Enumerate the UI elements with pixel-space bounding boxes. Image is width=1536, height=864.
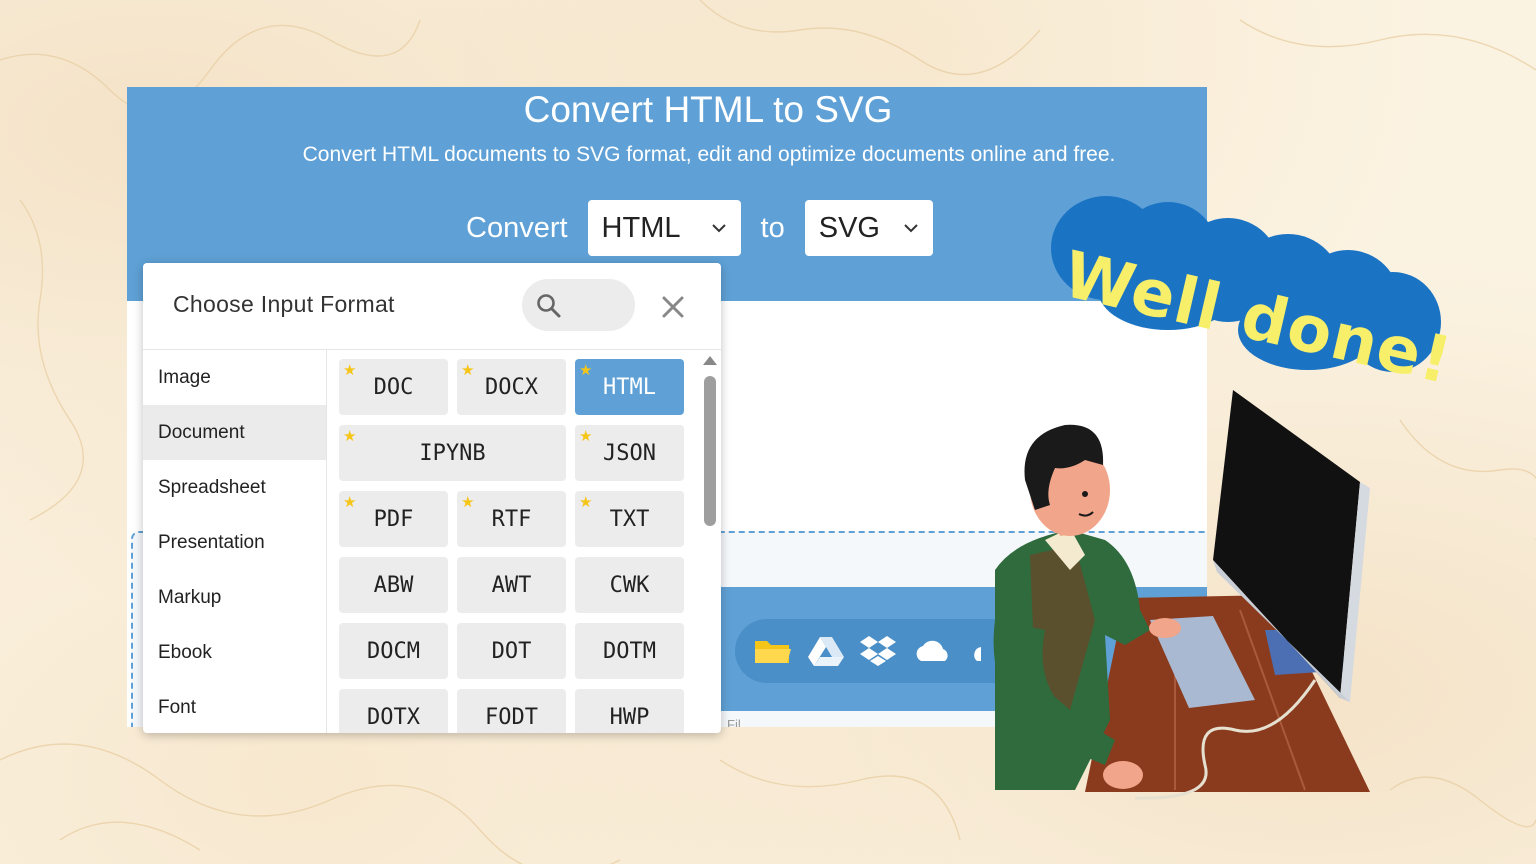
- format-label: DOC: [373, 374, 414, 400]
- format-button-docx[interactable]: ★ DOCX: [457, 359, 566, 415]
- star-icon: ★: [579, 361, 593, 379]
- chevron-down-icon: [904, 224, 918, 233]
- format-button-ipynb[interactable]: ★ IPYNB: [339, 425, 566, 481]
- format-button-fodt[interactable]: FODT: [457, 689, 566, 733]
- to-format-value: SVG: [818, 211, 880, 244]
- from-format-value: HTML: [601, 211, 681, 244]
- star-icon: ★: [343, 361, 357, 379]
- from-format-select[interactable]: HTML: [587, 200, 741, 256]
- format-button-awt[interactable]: AWT: [457, 557, 566, 613]
- format-label: DOT: [491, 638, 532, 664]
- dropdown-header: Choose Input Format: [143, 263, 721, 350]
- format-label: PDF: [373, 506, 414, 532]
- scroll-up-arrow[interactable]: [703, 356, 717, 365]
- format-button-hwp[interactable]: HWP: [575, 689, 684, 733]
- format-label: DOCX: [485, 374, 538, 400]
- category-item-spreadsheet[interactable]: Spreadsheet: [143, 460, 326, 515]
- scrollbar-thumb[interactable]: [704, 376, 716, 526]
- format-search-input[interactable]: [522, 279, 635, 331]
- category-item-image[interactable]: Image: [143, 350, 326, 405]
- page-subtitle: Convert HTML documents to SVG format, ed…: [302, 143, 1116, 166]
- format-button-dotm[interactable]: DOTM: [575, 623, 684, 679]
- format-button-pdf[interactable]: ★ PDF: [339, 491, 448, 547]
- format-label: HTML: [603, 374, 656, 400]
- category-item-ebook[interactable]: Ebook: [143, 625, 326, 680]
- format-button-docm[interactable]: DOCM: [339, 623, 448, 679]
- star-icon: ★: [579, 427, 593, 445]
- format-label: RTF: [491, 506, 532, 532]
- convert-label: Convert: [466, 211, 568, 244]
- star-icon: ★: [343, 427, 357, 445]
- format-label: HWP: [609, 704, 650, 730]
- format-button-doc[interactable]: ★ DOC: [339, 359, 448, 415]
- close-icon[interactable]: [661, 295, 685, 319]
- category-item-document[interactable]: Document: [143, 405, 326, 460]
- format-button-rtf[interactable]: ★ RTF: [457, 491, 566, 547]
- category-item-presentation[interactable]: Presentation: [143, 515, 326, 570]
- format-button-txt[interactable]: ★ TXT: [575, 491, 684, 547]
- format-button-dot[interactable]: DOT: [457, 623, 566, 679]
- format-button-dotx[interactable]: DOTX: [339, 689, 448, 733]
- format-label: JSON: [603, 440, 656, 466]
- format-label: ABW: [373, 572, 414, 598]
- format-button-cwk[interactable]: CWK: [575, 557, 684, 613]
- format-label: FODT: [485, 704, 538, 730]
- dropdown-title: Choose Input Format: [173, 291, 395, 317]
- format-label: DOTM: [603, 638, 656, 664]
- chevron-down-icon: [711, 224, 726, 233]
- category-item-markup[interactable]: Markup: [143, 570, 326, 625]
- star-icon: ★: [461, 361, 475, 379]
- format-button-html[interactable]: ★ HTML: [575, 359, 684, 415]
- category-item-font[interactable]: Font: [143, 680, 326, 733]
- format-label: CWK: [609, 572, 650, 598]
- star-icon: ★: [579, 493, 593, 511]
- format-label: AWT: [491, 572, 532, 598]
- search-icon: [537, 294, 561, 318]
- folder-icon[interactable]: [753, 635, 793, 667]
- format-label: IPYNB: [419, 440, 486, 466]
- to-label: to: [760, 211, 785, 244]
- format-label: TXT: [609, 506, 650, 532]
- file-label: Fil: [727, 717, 741, 727]
- onedrive-icon[interactable]: [911, 637, 953, 665]
- dropbox-icon[interactable]: [859, 634, 897, 668]
- person-at-computer-illustration: [993, 390, 1370, 800]
- star-icon: ★: [461, 493, 475, 511]
- input-format-dropdown: Choose Input Format Image Document Spreads…: [143, 263, 721, 733]
- page-title: Convert HTML to SVG: [523, 89, 893, 130]
- category-list: Image Document Spreadsheet Presentation Mark…: [143, 350, 327, 733]
- google-drive-icon[interactable]: [807, 635, 845, 667]
- format-button-json[interactable]: ★ JSON: [575, 425, 684, 481]
- format-label: DOTX: [367, 704, 420, 730]
- format-button-abw[interactable]: ABW: [339, 557, 448, 613]
- star-icon: ★: [343, 493, 357, 511]
- convert-row: Convert HTML to SVG: [466, 200, 933, 256]
- to-format-select[interactable]: SVG: [804, 200, 933, 256]
- format-label: DOCM: [367, 638, 420, 664]
